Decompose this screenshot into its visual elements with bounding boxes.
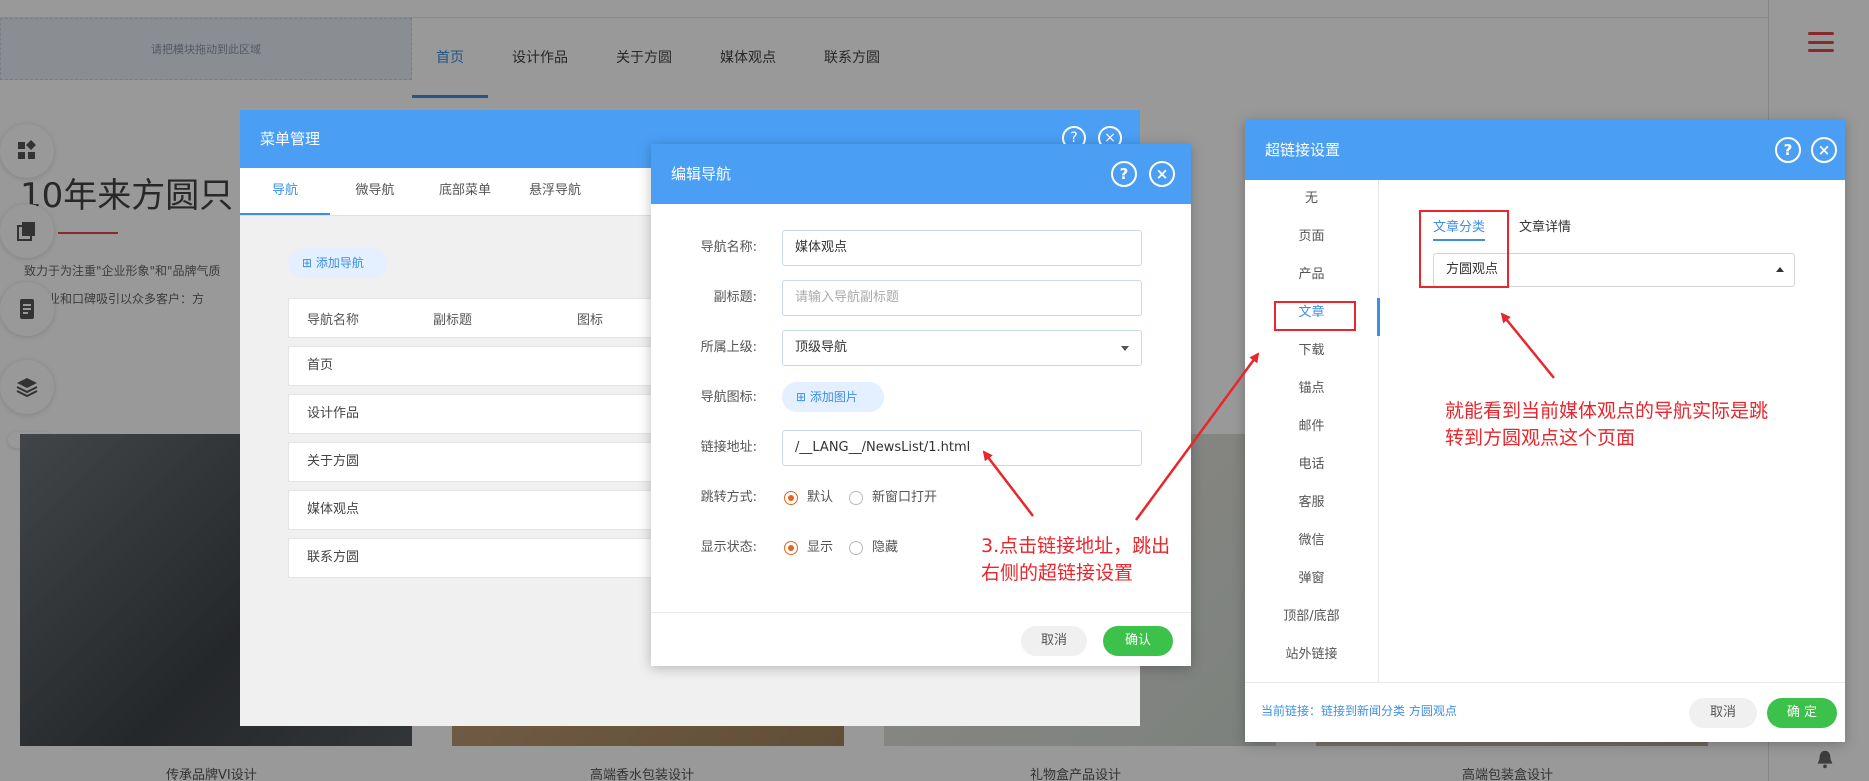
tab-article-detail[interactable]: 文章详情 [1519, 216, 1571, 241]
radio-default[interactable] [784, 491, 798, 505]
field-link: 链接地址: /__LANG__/NewsList/1.html [651, 430, 1191, 466]
radio-hide[interactable] [849, 541, 863, 555]
edit-nav-dialog: 编辑导航 ? × 导航名称: 媒体观点 副标题: 请输入导航副标题 所属上级: … [651, 144, 1191, 666]
highlight-box-category [1419, 210, 1509, 288]
radio-label: 显示 [807, 540, 834, 555]
edit-dialog-title: 编辑导航 [671, 165, 732, 183]
field-label: 导航图标: [700, 390, 757, 405]
link-type-none[interactable]: 无 [1245, 180, 1378, 218]
parent-select[interactable]: 顶级导航 [782, 330, 1142, 366]
subtitle-input[interactable]: 请输入导航副标题 [782, 280, 1142, 316]
field-label: 副标题: [713, 290, 757, 305]
field-parent: 所属上级: 顶级导航 [651, 330, 1191, 366]
cancel-button[interactable]: 取消 [1689, 698, 1757, 728]
radio-new-window[interactable] [849, 491, 863, 505]
nav-name-input[interactable]: 媒体观点 [782, 230, 1142, 266]
tab-bottom-menu[interactable]: 底部菜单 [420, 168, 510, 215]
confirm-button[interactable]: 确认 [1103, 626, 1173, 656]
link-type-anchor[interactable]: 锚点 [1245, 370, 1378, 408]
plus-icon: ⊞ [796, 390, 810, 404]
edit-dialog-header: 编辑导航 ? × [651, 144, 1191, 204]
plus-icon: ⊞ [302, 256, 316, 270]
radio-label: 隐藏 [872, 540, 899, 555]
link-type-wechat[interactable]: 微信 [1245, 522, 1378, 560]
link-dialog-title: 超链接设置 [1265, 141, 1341, 159]
current-link-text: 当前链接：链接到新闻分类 方圆观点 [1261, 704, 1457, 718]
link-type-email[interactable]: 邮件 [1245, 408, 1378, 446]
tab-micro-nav[interactable]: 微导航 [330, 168, 420, 215]
confirm-button[interactable]: 确 定 [1767, 698, 1837, 728]
link-type-phone[interactable]: 电话 [1245, 446, 1378, 484]
link-type-external[interactable]: 站外链接 [1245, 636, 1378, 674]
link-type-service[interactable]: 客服 [1245, 484, 1378, 522]
add-nav-button[interactable]: ⊞ 添加导航 [288, 248, 388, 278]
link-type-popup[interactable]: 弹窗 [1245, 560, 1378, 598]
tab-nav[interactable]: 导航 [240, 168, 330, 215]
field-icon: 导航图标: ⊞ 添加图片 [651, 380, 1191, 416]
annotation-step3: 3.点击链接地址，跳出 右侧的超链接设置 [981, 535, 1171, 584]
link-type-page[interactable]: 页面 [1245, 218, 1378, 256]
add-image-button[interactable]: ⊞ 添加图片 [782, 382, 884, 412]
link-address-input[interactable]: /__LANG__/NewsList/1.html [782, 430, 1142, 466]
field-subtitle: 副标题: 请输入导航副标题 [651, 280, 1191, 316]
footer-divider [651, 612, 1191, 613]
field-jump: 跳转方式: 默认 新窗口打开 [651, 480, 1191, 516]
link-type-menu: 无 页面 产品 文章 下载 锚点 邮件 电话 客服 微信 弹窗 顶部/底部 站外… [1245, 180, 1380, 682]
highlight-box-article [1274, 301, 1356, 331]
help-icon[interactable]: ? [1775, 137, 1801, 163]
tab-float-nav[interactable]: 悬浮导航 [510, 168, 600, 215]
chevron-down-icon [1121, 346, 1129, 351]
annotation-note: 就能看到当前媒体观点的导航实际是跳 转到方圆观点这个页面 [1445, 400, 1769, 449]
radio-label: 新窗口打开 [872, 490, 938, 505]
chevron-up-icon [1776, 267, 1784, 272]
radio-label: 默认 [807, 490, 834, 505]
column-header: 导航名称 [307, 312, 360, 328]
field-label: 所属上级: [700, 340, 757, 355]
link-dialog-header: 超链接设置 ? × [1245, 120, 1845, 180]
close-icon[interactable]: × [1811, 137, 1837, 163]
radio-show[interactable] [784, 541, 798, 555]
link-type-product[interactable]: 产品 [1245, 256, 1378, 294]
field-name: 导航名称: 媒体观点 [651, 230, 1191, 266]
link-type-download[interactable]: 下载 [1245, 332, 1378, 370]
field-label: 链接地址: [700, 440, 757, 455]
field-label: 导航名称: [700, 240, 757, 255]
field-label: 显示状态: [700, 540, 757, 555]
column-header: 副标题 [433, 312, 473, 328]
footer-divider [1245, 682, 1845, 683]
help-icon[interactable]: ? [1111, 161, 1137, 187]
cancel-button[interactable]: 取消 [1021, 626, 1087, 656]
link-type-top-bottom[interactable]: 顶部/底部 [1245, 598, 1378, 636]
field-label: 跳转方式: [700, 490, 757, 505]
menu-dialog-title: 菜单管理 [260, 130, 321, 148]
close-icon[interactable]: × [1149, 161, 1175, 187]
